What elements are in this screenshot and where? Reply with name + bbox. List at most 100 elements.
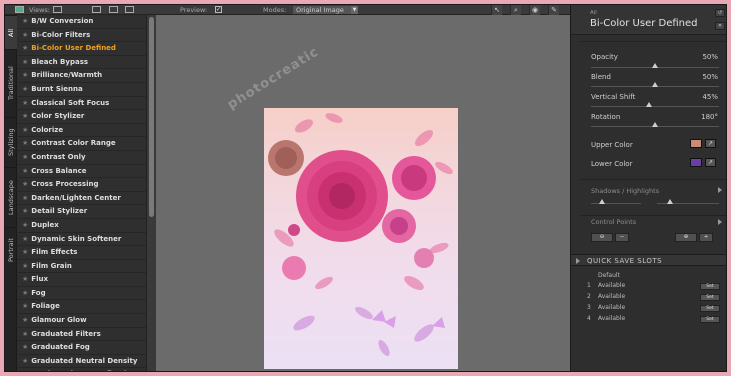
filter-list-item[interactable]: ★ Color Stylizer (17, 110, 146, 124)
filter-list-item[interactable]: ★ Flux (17, 273, 146, 287)
filter-list-item[interactable]: ★ Contrast Color Range (17, 137, 146, 151)
favorite-star-icon[interactable]: ★ (22, 289, 28, 297)
preview-checkbox[interactable]: ✓ (215, 6, 222, 13)
shadows-slider[interactable] (591, 199, 641, 204)
lower-color-swatch[interactable] (690, 158, 702, 167)
filter-list-item[interactable]: ★Graduated User Defined (17, 368, 146, 371)
favorite-star-icon[interactable]: ★ (22, 153, 28, 161)
preview-canvas[interactable]: photocreatic (156, 15, 570, 371)
zoom-icon[interactable]: ⌕ (510, 5, 521, 15)
shadows-knob[interactable] (599, 199, 605, 204)
expand-arrow-icon[interactable] (718, 219, 722, 225)
favorite-star-icon[interactable]: ★ (22, 370, 28, 371)
favorite-star-icon[interactable]: ★ (22, 221, 28, 229)
favorite-star-icon[interactable]: ★ (22, 31, 28, 39)
filter-list-item[interactable]: ★ Graduated Fog (17, 341, 146, 355)
rotation-knob[interactable] (652, 122, 658, 127)
shadows-highlights-label[interactable]: Shadows / Highlights (591, 187, 659, 195)
mode-select[interactable]: Original Image (293, 6, 351, 14)
plus-icon[interactable]: + (699, 233, 713, 242)
filter-list-scrollbar[interactable] (146, 15, 156, 371)
filter-list-item[interactable]: ★ Graduated Neutral Density (17, 355, 146, 369)
favorite-star-icon[interactable]: ★ (22, 330, 28, 338)
favorite-star-icon[interactable]: ★ (22, 17, 28, 25)
vertical-shift-slider[interactable] (591, 102, 719, 107)
favorite-star-icon[interactable]: ★ (22, 58, 28, 66)
opacity-slider[interactable] (591, 63, 719, 68)
filter-list-item[interactable]: ★ Burnt Sienna (17, 83, 146, 97)
add-positive-point-button[interactable]: ⊕ (675, 233, 697, 242)
scrollbar-thumb[interactable] (149, 17, 154, 217)
view-compare-icon[interactable] (109, 6, 118, 13)
delete-icon[interactable]: ✕ (715, 22, 725, 30)
filter-list-item[interactable]: ★ Darken/Lighten Center (17, 192, 146, 206)
view-split-icon[interactable] (53, 6, 62, 13)
add-negative-point-button[interactable]: ⊖ (591, 233, 613, 242)
favorite-star-icon[interactable]: ★ (22, 262, 28, 270)
loupe-icon[interactable]: ◉ (529, 5, 540, 15)
favorite-star-icon[interactable]: ★ (22, 235, 28, 243)
favorite-star-icon[interactable]: ★ (22, 71, 28, 79)
slot-set-button[interactable]: Set (700, 283, 720, 290)
filter-list-item[interactable]: ★ Duplex (17, 219, 146, 233)
hand-icon[interactable]: ↖ (491, 5, 502, 15)
filter-list-item[interactable]: ★ Glamour Glow (17, 314, 146, 328)
favorite-star-icon[interactable]: ★ (22, 139, 28, 147)
favorite-star-icon[interactable]: ★ (22, 180, 28, 188)
favorite-star-icon[interactable]: ★ (22, 248, 28, 256)
favorite-star-icon[interactable]: ★ (22, 99, 28, 107)
blend-knob[interactable] (652, 82, 658, 87)
highlights-slider[interactable] (657, 199, 719, 204)
minus-icon[interactable]: − (615, 233, 629, 242)
tab-traditional[interactable]: Traditional (5, 49, 17, 117)
view-full-icon[interactable] (92, 6, 101, 13)
quick-save-header[interactable]: QUICK SAVE SLOTS (571, 254, 726, 266)
reset-icon[interactable]: ↺ (715, 9, 725, 17)
slot-set-button[interactable]: Set (700, 305, 720, 312)
tab-portrait[interactable]: Portrait (5, 227, 17, 273)
filter-list-item[interactable]: ★ Cross Balance (17, 165, 146, 179)
favorite-star-icon[interactable]: ★ (22, 167, 28, 175)
highlights-knob[interactable] (667, 199, 673, 204)
eyedropper-icon[interactable]: ↗ (705, 139, 716, 148)
filter-list-item[interactable]: ★ Detail Stylizer (17, 205, 146, 219)
favorite-star-icon[interactable]: ★ (22, 44, 28, 52)
control-points-label[interactable]: Control Points (591, 218, 636, 226)
favorite-star-icon[interactable]: ★ (22, 275, 28, 283)
filter-list-item[interactable]: ★ Dynamic Skin Softener (17, 233, 146, 247)
filter-list-item[interactable]: ★ B/W Conversion (17, 15, 146, 29)
filter-list-item[interactable]: ★ Film Grain (17, 260, 146, 274)
tab-all[interactable]: All (5, 15, 17, 49)
blend-slider[interactable] (591, 82, 719, 87)
filter-list-item[interactable]: ★ Film Effects (17, 246, 146, 260)
tab-stylizing[interactable]: Stylizing (5, 117, 17, 167)
filter-list-item[interactable]: ★ Bi-Color Filters (17, 29, 146, 43)
filter-list-item[interactable]: ★ Classical Soft Focus (17, 97, 146, 111)
filter-list-item[interactable]: ★ Bleach Bypass (17, 56, 146, 70)
favorite-star-icon[interactable]: ★ (22, 357, 28, 365)
rotation-slider[interactable] (591, 122, 719, 127)
expand-arrow-icon[interactable] (718, 187, 722, 193)
favorite-star-icon[interactable]: ★ (22, 194, 28, 202)
color-picker-icon[interactable]: ✎ (548, 5, 559, 15)
eyedropper-icon[interactable]: ↗ (705, 158, 716, 167)
collapse-arrow-icon[interactable] (576, 258, 580, 264)
filter-list-item[interactable]: ★ Cross Processing (17, 178, 146, 192)
tab-landscape[interactable]: Landscape (5, 167, 17, 227)
view-single-icon[interactable] (15, 6, 24, 13)
filter-list-item[interactable]: ★ Bi-Color User Defined (17, 42, 146, 56)
upper-color-swatch[interactable] (690, 139, 702, 148)
favorite-star-icon[interactable]: ★ (22, 112, 28, 120)
favorite-star-icon[interactable]: ★ (22, 85, 28, 93)
slot-set-button[interactable]: Set (700, 316, 720, 323)
filter-list-item[interactable]: ★ Brilliance/Warmth (17, 69, 146, 83)
opacity-knob[interactable] (652, 63, 658, 68)
filter-list-item[interactable]: ★ Foliage (17, 300, 146, 315)
vertical-shift-knob[interactable] (645, 102, 652, 107)
favorite-star-icon[interactable]: ★ (22, 316, 28, 324)
chevron-down-icon[interactable]: ▼ (351, 6, 358, 14)
favorite-star-icon[interactable]: ★ (22, 126, 28, 134)
filter-list-item[interactable]: ★ Contrast Only (17, 151, 146, 165)
view-sidebyside-icon[interactable] (125, 6, 134, 13)
filter-list-item[interactable]: ★ Graduated Filters (17, 328, 146, 342)
